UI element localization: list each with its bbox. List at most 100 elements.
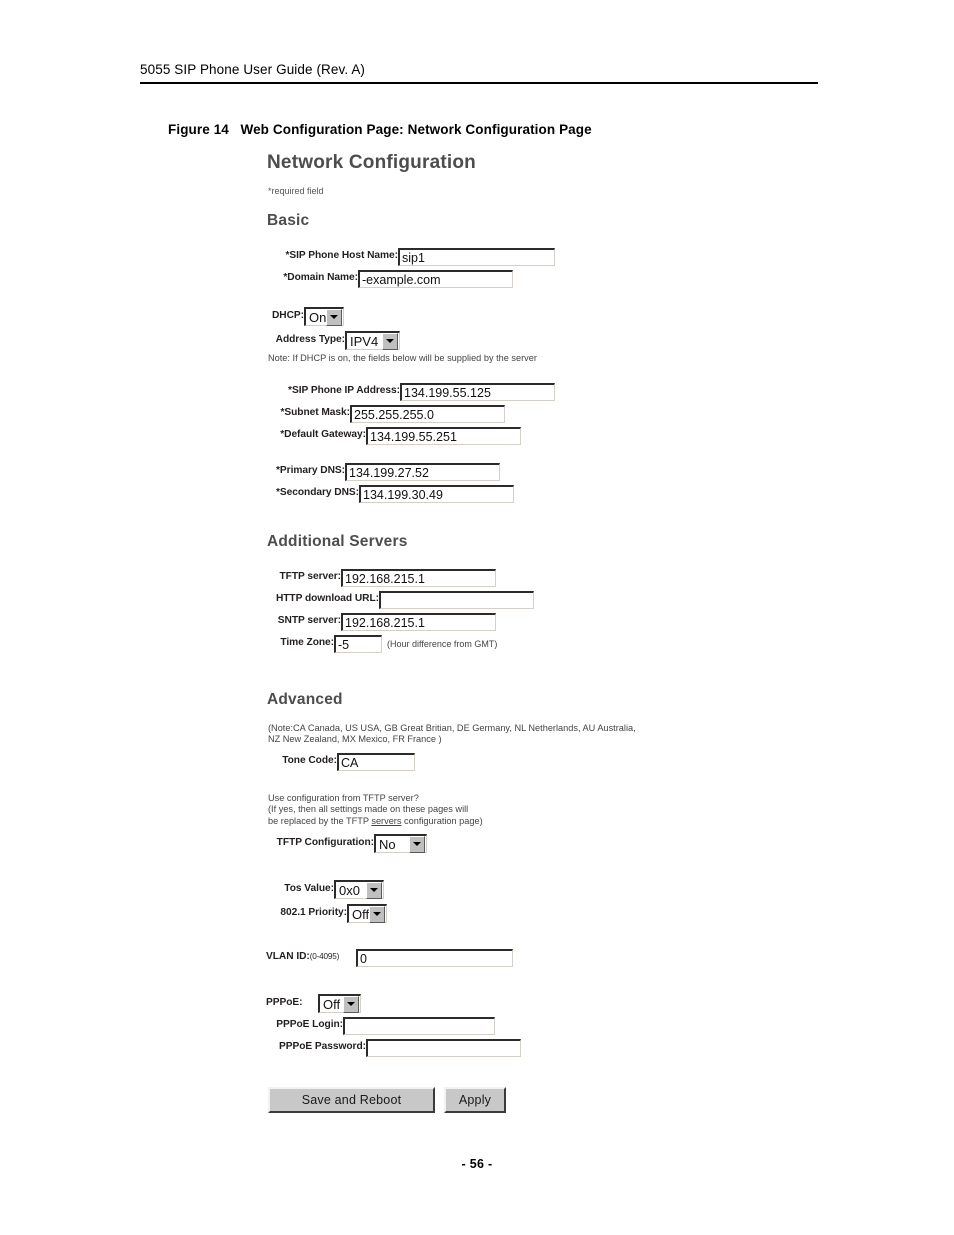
default-gateway-label: *Default Gateway: [280,428,366,440]
form-button-bar: Save and Reboot Apply [268,1087,826,1113]
document-header: 5055 SIP Phone User Guide (Rev. A) [140,62,818,84]
apply-button[interactable]: Apply [444,1087,506,1113]
vlan-id-range-text: (0-4095) [309,952,340,961]
save-and-reboot-button[interactable]: Save and Reboot [268,1087,435,1113]
http-download-url-label: HTTP download URL: [275,592,379,604]
chevron-down-icon[interactable] [369,905,386,923]
chevron-down-icon[interactable] [382,332,398,350]
domain-name-input[interactable]: -example.com [358,270,513,288]
section-heading-basic: Basic [267,212,310,229]
tone-code-label: Tone Code: [282,754,337,766]
time-zone-hint: (Hour difference from GMT) [387,638,498,649]
subnet-mask-input[interactable]: 255.255.255.0 [350,404,505,423]
chevron-down-icon[interactable] [409,835,425,853]
tftp-note-servers-underlined: servers [371,815,402,826]
field-row-address-type: Address Type: IPV4 [266,326,826,350]
field-row-primary-dns: *Primary DNS: 134.199.27.52 [266,459,826,481]
tftp-note-part-a: be replaced by the TFTP [268,815,372,826]
field-row-default-gateway: *Default Gateway: 134.199.55.251 [266,423,826,445]
page-title: Network Configuration [267,152,476,173]
field-row-tftp-configuration: TFTP Configuration: No [266,829,826,853]
chevron-down-icon[interactable] [343,995,359,1013]
priority-8021-select-value: Off [352,906,370,922]
network-configuration-screenshot: Network Configuration *required field Ba… [266,152,826,1113]
field-row-http-download-url: HTTP download URL: [266,587,826,609]
default-gateway-input[interactable]: 134.199.55.251 [366,426,521,445]
chevron-down-icon[interactable] [326,308,343,326]
sip-host-name-label: *SIP Phone Host Name: [285,250,398,261]
page-number-footer: - 56 - [461,1157,493,1171]
dhcp-note: Note: If DHCP is on, the fields below wi… [268,353,537,363]
field-row-sip-host-name: *SIP Phone Host Name: sip1 [266,244,826,266]
pppoe-select[interactable]: Off [318,994,361,1013]
primary-dns-label: *Primary DNS: [276,464,345,476]
address-type-select-value: IPV4 [350,333,379,349]
section-heading-advanced: Advanced [267,690,343,708]
address-type-select[interactable]: IPV4 [345,331,400,350]
figure-caption: Figure 14 Web Configuration Page: Networ… [168,122,592,137]
required-field-note: *required field [268,186,324,196]
tftp-config-note-line-2: (If yes, then all settings made on these… [268,804,469,814]
tftp-configuration-select-value: No [379,836,396,852]
dhcp-select[interactable]: On [304,307,344,326]
pppoe-login-label: PPPoE Login: [276,1019,343,1030]
tos-value-select[interactable]: 0x0 [334,880,384,899]
priority-8021-label: 802.1 Priority: [280,907,347,918]
field-row-pppoe-login: PPPoE Login: [266,1013,826,1035]
address-type-label: Address Type: [275,334,345,345]
field-row-secondary-dns: *Secondary DNS: 134.199.30.49 [266,481,826,503]
running-header-text: 5055 SIP Phone User Guide (Rev. A) [140,62,366,77]
tftp-server-input[interactable]: 192.168.215.1 [341,568,496,587]
field-row-pppoe: PPPoE: Off [266,989,826,1013]
sntp-server-input[interactable]: 192.168.215.1 [341,612,496,631]
tone-code-note-line-2: NZ New Zealand, MX Mexico, FR France ) [268,734,442,744]
dhcp-label: DHCP: [271,310,304,321]
sip-host-name-input[interactable]: sip1 [398,248,555,266]
tftp-config-note-line-3: be replaced by the TFTP servers configur… [268,816,826,828]
pppoe-select-value: Off [323,996,341,1012]
tftp-configuration-select[interactable]: No [374,834,427,853]
pppoe-label: PPPoE: [266,997,303,1008]
chevron-down-icon[interactable] [366,881,382,899]
field-row-domain-name: *Domain Name: -example.com [266,266,826,288]
dhcp-select-value: On [309,309,327,325]
priority-8021-select[interactable]: Off [347,904,387,923]
field-row-sip-ip-address: *SIP Phone IP Address: 134.199.55.125 [266,379,826,401]
sip-ip-address-input[interactable]: 134.199.55.125 [400,382,555,401]
field-row-time-zone: Time Zone: -5 (Hour difference from GMT) [266,631,826,653]
tftp-server-label: TFTP server: [279,570,342,582]
vlan-id-label-text: VLAN ID: [266,951,310,962]
tone-code-input[interactable]: CA [337,752,415,771]
http-download-url-input[interactable] [379,590,534,609]
tos-value-label: Tos Value: [284,883,334,894]
field-row-tos-value: Tos Value: 0x0 [266,875,826,899]
tftp-configuration-label: TFTP Configuration: [276,837,374,848]
field-row-dhcp: DHCP: On [266,302,826,326]
time-zone-label: Time Zone: [280,636,334,648]
field-row-pppoe-password: PPPoE Password: [266,1035,826,1057]
field-row-tone-code: Tone Code: CA [266,749,826,771]
secondary-dns-label: *Secondary DNS: [275,486,359,498]
field-row-tftp-server: TFTP server: 192.168.215.1 [266,565,826,587]
header-rule [140,82,818,84]
domain-name-label: *Domain Name: [283,272,358,283]
sip-ip-address-label: *SIP Phone IP Address: [288,384,400,396]
time-zone-input[interactable]: -5 [334,634,382,653]
tone-code-note-line-1: (Note:CA Canada, US USA, GB Great Britia… [268,722,636,733]
pppoe-password-input[interactable] [366,1039,521,1057]
vlan-id-input[interactable]: 0 [356,949,513,967]
field-row-sntp-server: SNTP server: 192.168.215.1 [266,609,826,631]
subnet-mask-label: *Subnet Mask: [280,406,350,418]
primary-dns-input[interactable]: 134.199.27.52 [345,462,500,481]
section-heading-additional-servers: Additional Servers [267,532,408,550]
field-row-8021-priority: 802.1 Priority: Off [266,899,826,923]
tos-value-select-value: 0x0 [339,882,360,898]
field-row-subnet-mask: *Subnet Mask: 255.255.255.0 [266,401,826,423]
field-row-vlan-id: VLAN ID:(0-4095) 0 [266,945,826,967]
tftp-note-part-c: configuration page) [401,815,483,826]
pppoe-login-input[interactable] [343,1017,495,1035]
sntp-server-label: SNTP server: [277,614,341,626]
vlan-id-label: VLAN ID:(0-4095) [266,951,356,967]
secondary-dns-input[interactable]: 134.199.30.49 [359,484,514,503]
pppoe-password-label: PPPoE Password: [278,1041,366,1052]
